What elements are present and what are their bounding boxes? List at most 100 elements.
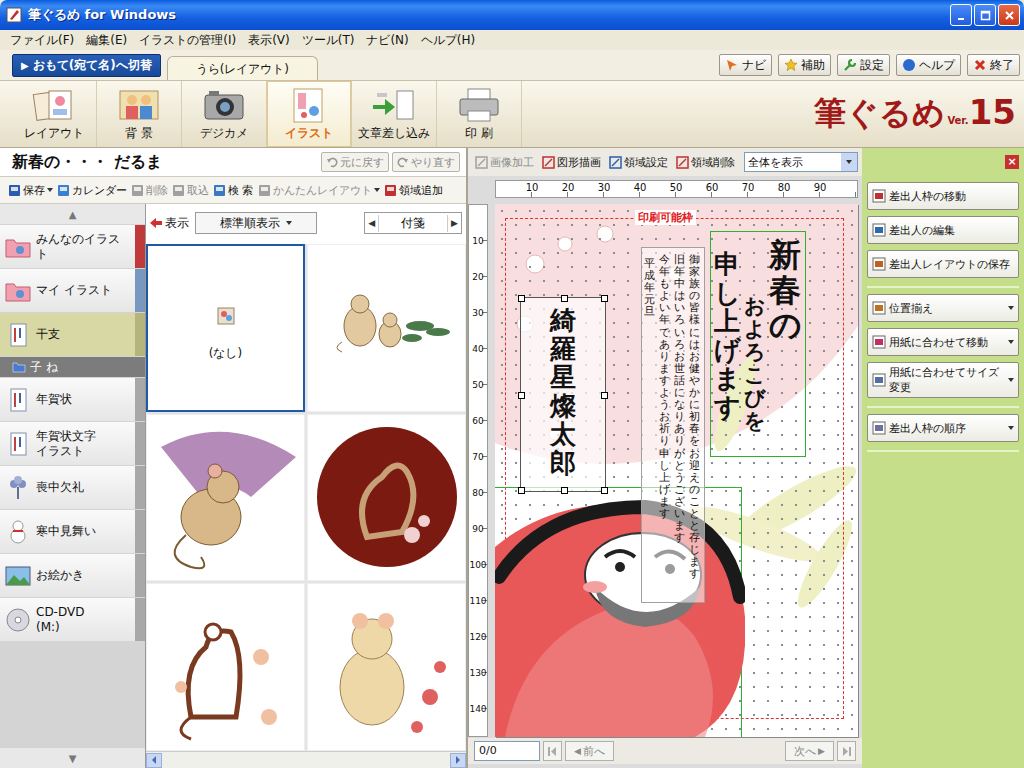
- sort-select[interactable]: 標準順表示: [195, 212, 317, 234]
- panel-tool-button[interactable]: カレンダー: [55, 182, 129, 199]
- menu-item[interactable]: ナビ(N): [360, 32, 414, 49]
- category-item[interactable]: 寒中見舞い: [0, 510, 145, 553]
- ruler-label: 60: [469, 403, 487, 439]
- greeting-frame[interactable]: 新春のおよろこびを申し上げます: [710, 231, 806, 457]
- scroll-left-button[interactable]: [146, 753, 162, 768]
- category-item[interactable]: みんなのイラスト: [0, 225, 145, 268]
- front-switch-button[interactable]: ▶おもて(宛て名)へ切替: [12, 54, 161, 77]
- tool-button[interactable]: 背 景: [97, 81, 182, 147]
- menu-item[interactable]: 編集(E): [80, 32, 133, 49]
- illustration-cell[interactable]: [146, 414, 305, 582]
- canvas-tool-button[interactable]: 図形描画: [539, 154, 604, 171]
- category-item[interactable]: マイ イラスト: [0, 269, 145, 312]
- panel-tool-button[interactable]: 保存: [6, 182, 55, 199]
- category-scroll-up[interactable]: ▲: [0, 204, 145, 224]
- app-window: 筆ぐるめ for Windowsファイル(F)編集(E)イラストの管理(I)表示…: [0, 0, 1024, 768]
- prev-page-button[interactable]: ◀前へ: [565, 741, 614, 761]
- resize-handle[interactable]: [601, 392, 608, 399]
- help-bar-button[interactable]: 終了: [967, 54, 1020, 76]
- tag-next-button[interactable]: ▶: [448, 218, 461, 228]
- minimize-button[interactable]: [950, 4, 972, 26]
- tag-prev-button[interactable]: ◀: [365, 218, 378, 228]
- help-bar-button[interactable]: 補助: [778, 54, 831, 76]
- panel-tool-button[interactable]: かんたんレイアウト: [256, 182, 382, 199]
- help-bar-button[interactable]: ナビ: [719, 54, 772, 76]
- illustration-cell[interactable]: (なし): [146, 244, 305, 412]
- sender-action-button[interactable]: 差出人の編集: [867, 216, 1019, 244]
- illustration-cell[interactable]: [307, 244, 466, 412]
- postcard[interactable]: 印刷可能枠新春のおよろこびを申し上げます御家族の皆様にはお健やかに初春をお迎えの…: [495, 204, 858, 737]
- close-button[interactable]: [998, 4, 1020, 26]
- category-item[interactable]: 年賀状文字イラスト: [0, 422, 145, 465]
- category-item[interactable]: お絵かき: [0, 554, 145, 597]
- sender-action-button[interactable]: 位置揃え: [867, 294, 1019, 322]
- sender-action-button[interactable]: 用紙に合わせて移動: [867, 328, 1019, 356]
- view-button[interactable]: 表示: [150, 215, 189, 232]
- resize-handle[interactable]: [518, 392, 525, 399]
- panel-tool-button[interactable]: 取込: [170, 182, 211, 199]
- last-page-button[interactable]: [837, 741, 856, 761]
- tool-button[interactable]: イラスト: [267, 81, 352, 147]
- menu-item[interactable]: ヘルプ(H): [415, 32, 481, 49]
- panel-tool-button[interactable]: 検 索: [211, 182, 256, 199]
- illustration-cell[interactable]: [146, 583, 305, 751]
- canvas-toolbar: 画像加工図形描画領域設定領域削除全体を表示: [468, 148, 862, 176]
- canvas-tool-button[interactable]: 画像加工: [472, 154, 537, 171]
- no-illustration: (なし): [209, 293, 242, 362]
- menu-item[interactable]: 表示(V): [242, 32, 296, 49]
- panel-tool-button[interactable]: 領域追加: [382, 182, 445, 199]
- resize-handle[interactable]: [601, 487, 608, 494]
- page-field[interactable]: 0/0: [474, 741, 540, 761]
- resize-handle[interactable]: [561, 487, 568, 494]
- menu-item[interactable]: ファイル(F): [4, 32, 80, 49]
- menu-item[interactable]: イラストの管理(I): [133, 32, 242, 49]
- category-item[interactable]: 子 ね: [0, 357, 145, 377]
- message-column: 御家族の皆様にはお健やかに初春をお迎えのことと存じます: [689, 254, 700, 581]
- sender-action-button[interactable]: 差出人レイアウトの保存: [867, 250, 1019, 278]
- canvas-tool-button[interactable]: 領域削除: [673, 154, 738, 171]
- help-bar-button[interactable]: ヘルプ: [896, 54, 961, 76]
- category-scroll-down[interactable]: ▼: [0, 748, 145, 768]
- first-page-button[interactable]: [543, 741, 562, 761]
- grid-scrollbar[interactable]: [146, 751, 466, 768]
- sender-action-button[interactable]: 差出人枠の順序: [867, 414, 1019, 442]
- category-item[interactable]: 喪中欠礼: [0, 466, 145, 509]
- panel-close-button[interactable]: ×: [1005, 155, 1019, 169]
- panel-tool-button[interactable]: 削除: [129, 182, 170, 199]
- scroll-track[interactable]: [162, 753, 450, 767]
- resize-handle[interactable]: [561, 295, 568, 302]
- maximize-button[interactable]: [974, 4, 996, 26]
- category-item[interactable]: 干支: [0, 313, 145, 356]
- dropdown-arrow: [846, 160, 852, 164]
- zoom-dropdown-button[interactable]: [841, 153, 857, 171]
- sender-panel: × 差出人枠の移動差出人の編集差出人レイアウトの保存位置揃え用紙に合わせて移動用紙…: [862, 148, 1024, 768]
- tool-button[interactable]: 文章差し込み: [352, 81, 437, 147]
- next-page-button[interactable]: 次へ▶: [785, 741, 834, 761]
- view-label: 表示: [165, 215, 189, 232]
- resize-handle[interactable]: [518, 295, 525, 302]
- sender-action-button[interactable]: 用紙に合わせてサイズ変更: [867, 362, 1019, 398]
- scroll-right-button[interactable]: [450, 753, 466, 768]
- illustration-cell[interactable]: [307, 583, 466, 751]
- resize-handle[interactable]: [601, 295, 608, 302]
- panel-tool-label: かんたんレイアウト: [273, 183, 372, 198]
- message-column: 旧年中はいろいろお世話になりありがとうございます: [674, 254, 685, 544]
- help-bar-button[interactable]: 設定: [837, 54, 890, 76]
- tool-button[interactable]: レイアウト: [12, 81, 97, 147]
- resize-handle[interactable]: [518, 487, 525, 494]
- category-item[interactable]: 年賀状: [0, 378, 145, 421]
- undo-button[interactable]: 元に戻す: [321, 152, 389, 172]
- sender-frame[interactable]: 綺羅星燦太郎: [520, 297, 606, 492]
- menu-item[interactable]: ツール(T): [296, 32, 361, 49]
- tool-button[interactable]: デジカメ: [182, 81, 267, 147]
- mode-tab[interactable]: うら(レイアウト): [167, 56, 318, 80]
- category-label: CD-DVD(M:): [36, 605, 131, 635]
- illustration-cell[interactable]: [307, 414, 466, 582]
- message-frame[interactable]: 御家族の皆様にはお健やかに初春をお迎えのことと存じます旧年中はいろいろお世話にな…: [641, 247, 705, 603]
- tool-button[interactable]: 印 刷: [437, 81, 522, 147]
- zoom-select[interactable]: 全体を表示: [744, 152, 858, 172]
- sender-action-button[interactable]: 差出人枠の移動: [867, 182, 1019, 210]
- category-item[interactable]: CD-DVD(M:): [0, 598, 145, 641]
- redo-button[interactable]: やり直す: [392, 152, 460, 172]
- canvas-tool-button[interactable]: 領域設定: [606, 154, 671, 171]
